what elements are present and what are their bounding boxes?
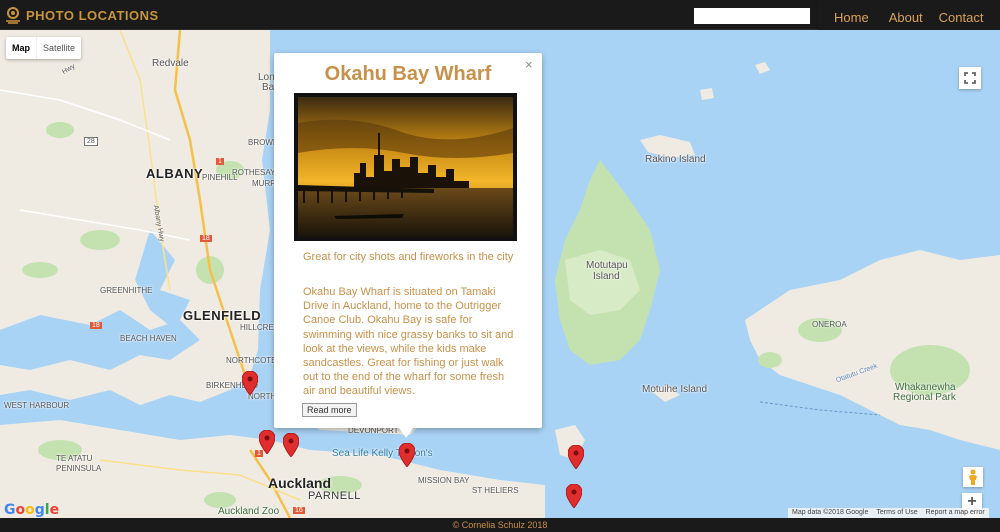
footer-copyright: © Cornelia Schulz 2018 (452, 520, 548, 530)
road-shield: 18 (90, 322, 102, 329)
label-greenhithe: GREENHITHE (100, 286, 153, 295)
location-marker-pin[interactable] (568, 445, 584, 469)
label-rakino: Rakino Island (645, 154, 706, 165)
label-auckland-zoo: Auckland Zoo (218, 506, 280, 517)
location-marker-pin[interactable] (399, 443, 415, 467)
location-photo (294, 93, 517, 241)
fullscreen-icon (964, 72, 976, 84)
pegman-icon (969, 469, 977, 485)
camera-pin-icon (6, 7, 20, 24)
label-motutapu-2: Island (593, 271, 620, 282)
label-parnell: PARNELL (308, 490, 361, 502)
map-canvas[interactable]: Redvale Long Bay ALBANY PINEHILL ROTHESA… (0, 30, 1000, 518)
fullscreen-button[interactable] (959, 67, 981, 89)
read-more-button[interactable]: Read more (302, 403, 357, 417)
nav-home[interactable]: Home (818, 10, 881, 25)
location-marker-pin[interactable] (259, 430, 275, 454)
label-albany: ALBANY (146, 166, 204, 181)
info-window: × Okahu Bay Wharf Great for city shots a… (274, 53, 542, 438)
label-motutapu: Motutapu (586, 260, 628, 271)
street-view-button[interactable] (963, 467, 983, 487)
label-glenfield: GLENFIELD (183, 308, 262, 323)
map-type-map-button[interactable]: Map (6, 37, 36, 59)
label-te-atatu: TE ATATU (56, 454, 93, 463)
label-oneroa: ONEROA (812, 320, 847, 329)
road-shield: 1 (216, 158, 224, 165)
map-attribution: Map data ©2018 Google Terms of Use Repor… (788, 508, 989, 518)
label-mission-bay: MISSION BAY (418, 476, 470, 485)
map-data-credit: Map data ©2018 Google (792, 509, 869, 516)
brand-logo[interactable]: PHOTO LOCATIONS (4, 5, 159, 25)
label-beach-haven: BEACH HAVEN (120, 334, 177, 343)
road-shield: 18 (200, 235, 212, 242)
label-redvale: Redvale (152, 58, 189, 69)
label-motuihe: Motuihe Island (642, 384, 708, 395)
location-marker-pin[interactable] (566, 484, 582, 508)
navbar: PHOTO LOCATIONS Home About Contact (0, 0, 1000, 34)
label-auckland: Auckland (268, 475, 332, 491)
road-shield: 28 (84, 137, 98, 146)
nav-menu: Home About Contact (818, 0, 1000, 34)
info-window-subtitle: Great for city shots and fireworks in th… (303, 251, 514, 263)
brand-name: PHOTO LOCATIONS (26, 7, 159, 23)
terms-of-use-link[interactable]: Terms of Use (872, 508, 921, 518)
label-whakanewha-2: Regional Park (893, 392, 956, 403)
map-type-control: Map Satellite (6, 37, 82, 59)
report-error-link[interactable]: Report a map error (922, 508, 989, 518)
footer: © Cornelia Schulz 2018 (0, 518, 1000, 532)
label-west-harbour: WEST HARBOUR (4, 401, 70, 410)
label-peninsula: PENINSULA (56, 464, 102, 473)
info-window-description: Okahu Bay Wharf is situated on Tamaki Dr… (303, 286, 514, 398)
location-marker-pin[interactable] (283, 433, 299, 457)
road-shield: 16 (293, 507, 305, 514)
location-marker-pin[interactable] (242, 371, 258, 395)
label-sea-life: Sea Life Kelly Tarlton's (332, 448, 433, 459)
label-northcote: NORTHCOTE (226, 356, 277, 365)
map-type-satellite-button[interactable]: Satellite (36, 37, 81, 59)
label-st-heliers: ST HELIERS (472, 486, 519, 495)
google-logo: Google (4, 502, 60, 518)
nav-about[interactable]: About (881, 10, 931, 25)
search-input[interactable] (694, 8, 810, 24)
info-window-title: Okahu Bay Wharf (324, 63, 492, 85)
nav-contact[interactable]: Contact (931, 10, 992, 25)
